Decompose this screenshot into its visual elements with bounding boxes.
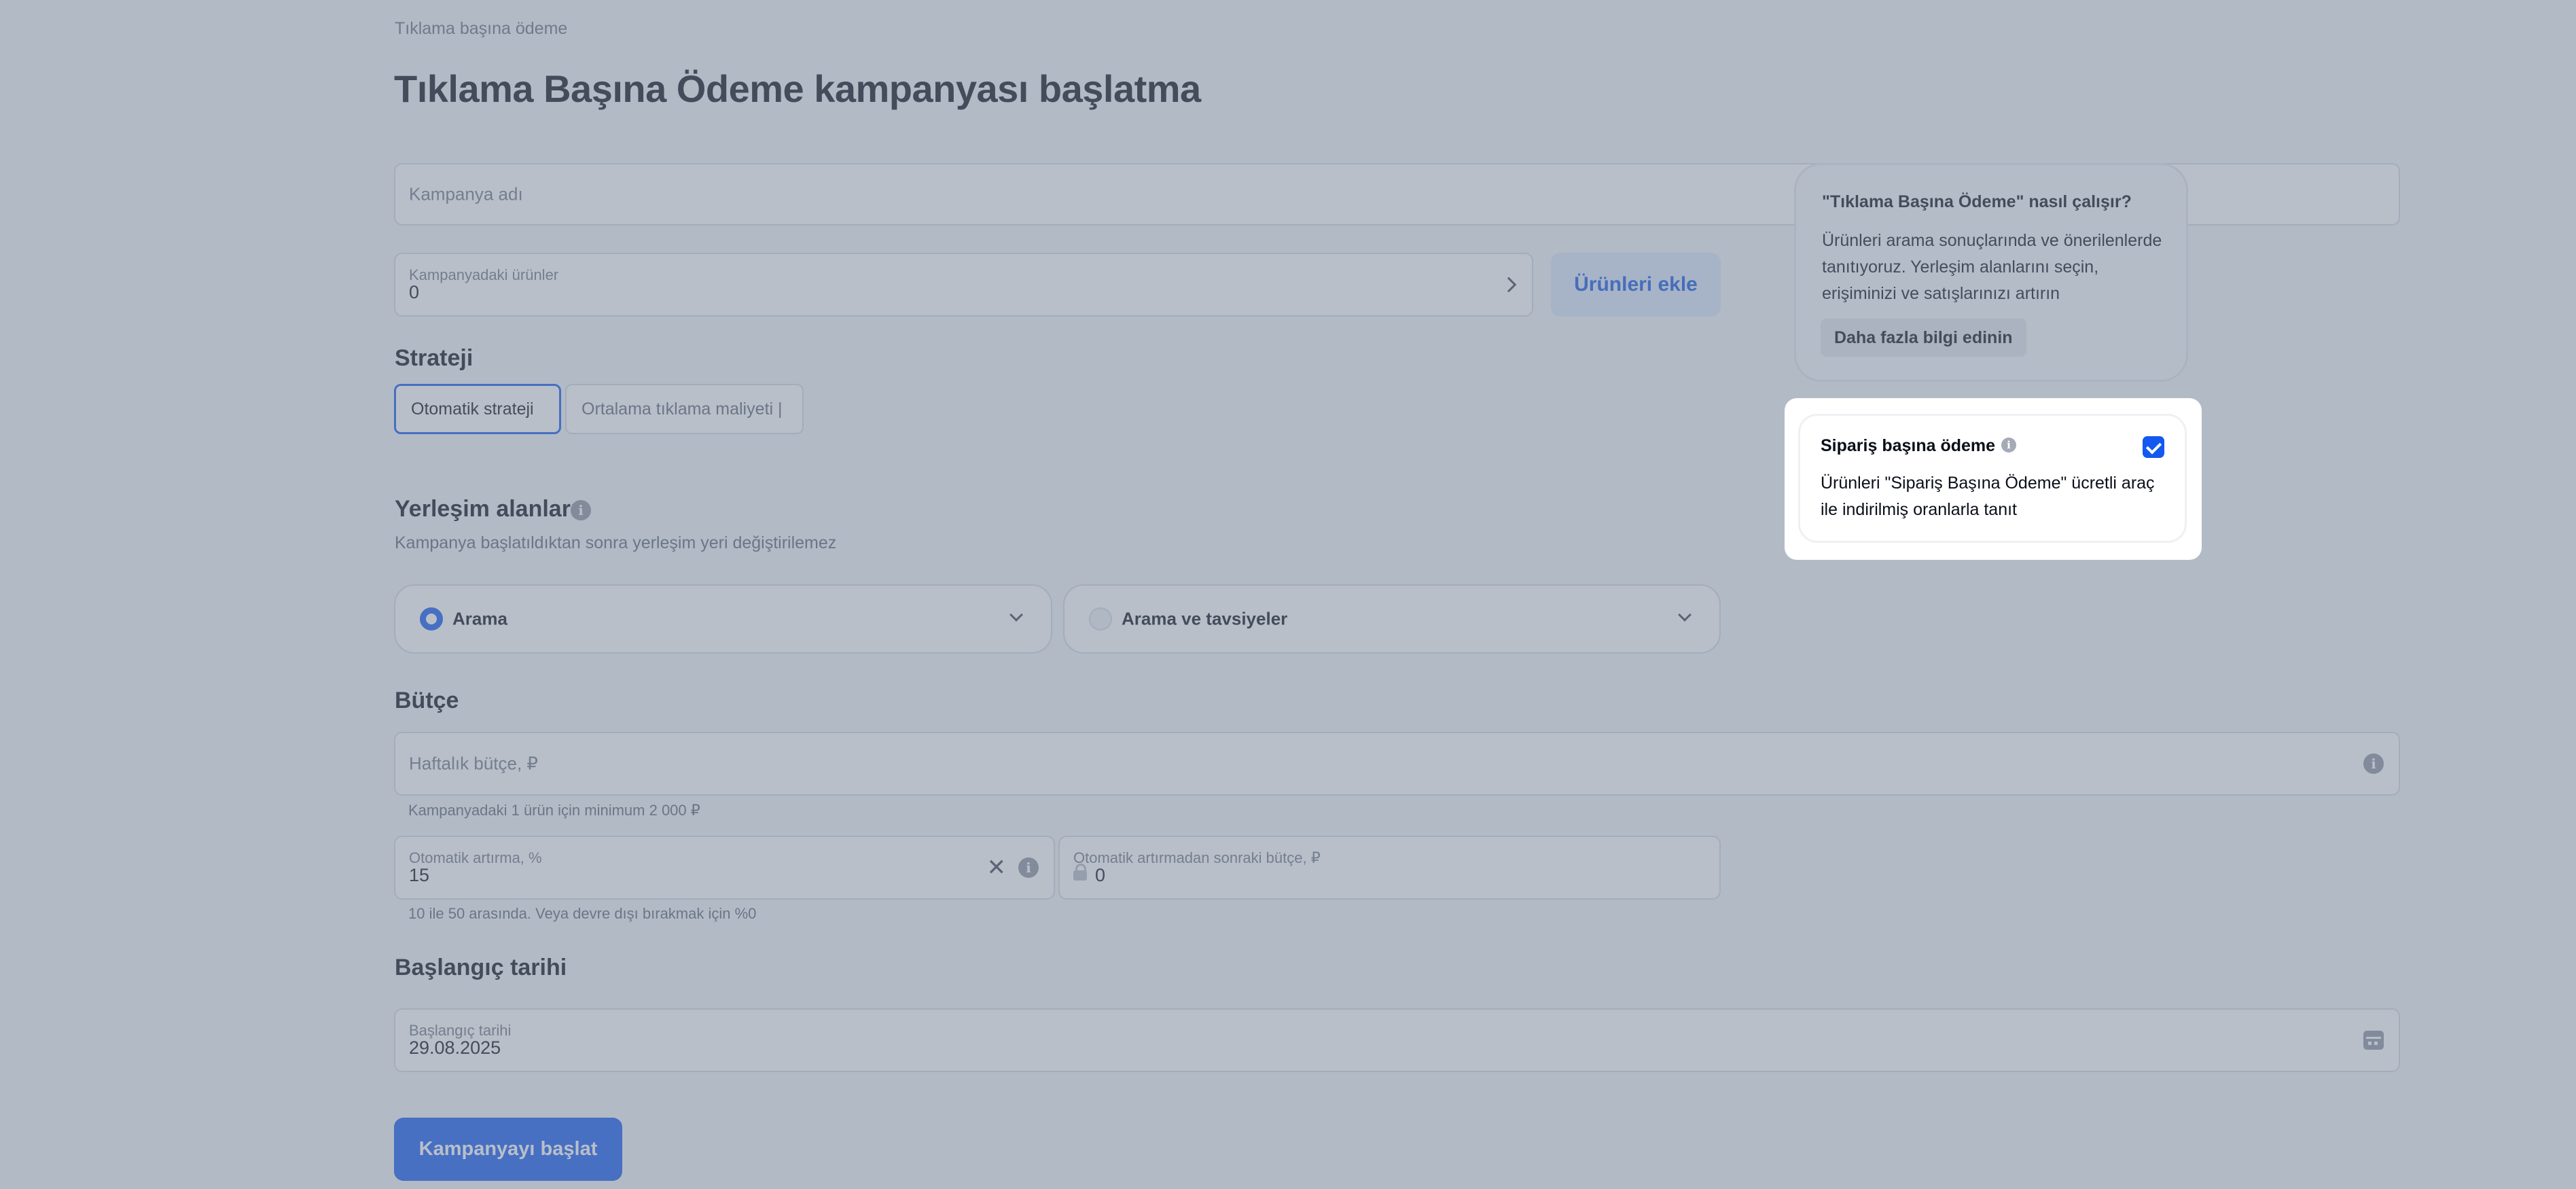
- page: Tıklama başına ödeme Tıklama Başına Ödem…: [0, 0, 2576, 1189]
- pay-per-order-card[interactable]: Sipariş başına ödeme i Ürünleri "Sipariş…: [1798, 414, 2187, 543]
- info-icon[interactable]: i: [2001, 438, 2016, 452]
- pay-per-order-title: Sipariş başına ödeme: [1821, 436, 1996, 455]
- pay-per-order-body: Ürünleri "Sipariş Başına Ödeme" ücretli …: [1821, 474, 2155, 519]
- spotlight-layer: Sipariş başına ödeme i Ürünleri "Sipariş…: [0, 0, 2576, 1189]
- pay-per-order-checkbox[interactable]: [2143, 436, 2164, 458]
